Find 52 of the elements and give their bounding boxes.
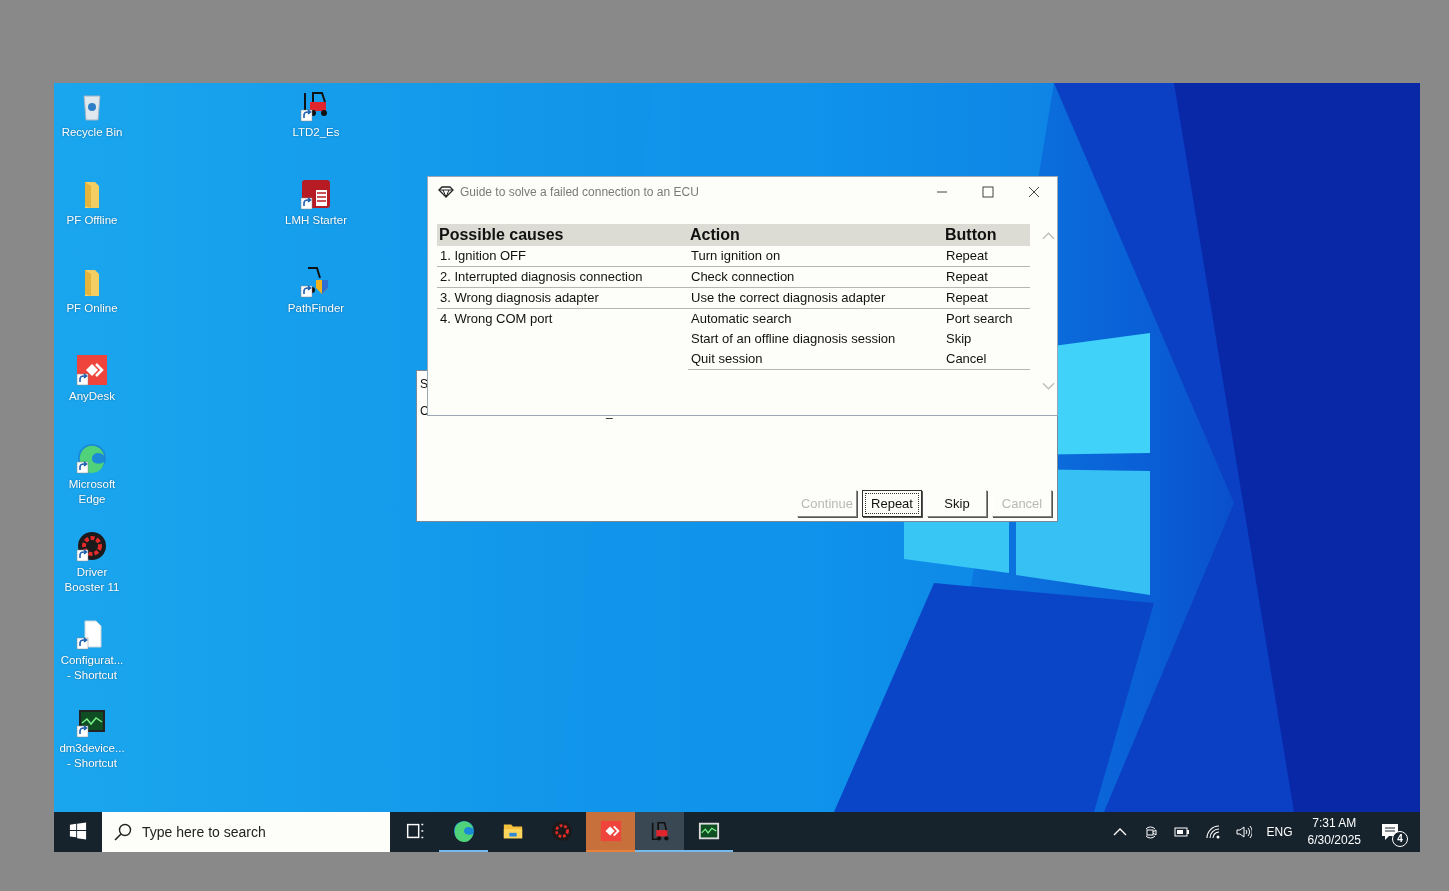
app-tile-icon[interactable] [300, 178, 332, 210]
table-cell: Repeat [943, 288, 1030, 309]
text-cursor: _ [606, 405, 613, 419]
clock-time[interactable]: 7:31 AM [1312, 815, 1357, 832]
icon-label: PF Online [65, 301, 119, 316]
table-cell-text: 4. Wrong COM port [439, 310, 554, 328]
icon-label: dm3device... - Shortcut [58, 741, 126, 771]
language-indicator[interactable]: ENG [1266, 825, 1293, 839]
icon-label: Recycle Bin [60, 125, 124, 140]
taskbar-button[interactable] [635, 812, 684, 852]
table-cell: Cancel [943, 349, 1030, 370]
gear-badge-icon[interactable] [76, 530, 108, 562]
table-cell-text: Skip [945, 330, 973, 348]
icon-label: PF Offline [65, 213, 119, 228]
table-cell: Use the correct diagnosis adapter [688, 288, 943, 309]
column-header: Button [943, 224, 1030, 246]
table-cell: Check connection [688, 267, 943, 288]
icon-label: LTD2_Es [291, 125, 341, 140]
battery-icon[interactable] [1173, 824, 1190, 840]
icon-label: Driver Booster 11 [63, 565, 121, 595]
icon-label: LMH Starter [284, 213, 348, 228]
icon-label: Configurat... - Shortcut [59, 653, 125, 683]
search-field[interactable]: Type here to search [102, 812, 390, 852]
icon-label: PathFinder [286, 301, 346, 316]
table-cell: Repeat [943, 267, 1030, 288]
gear-badge-icon [550, 820, 573, 842]
table-cell: 3. Wrong diagnosis adapter [437, 288, 688, 309]
icon-label: AnyDesk [68, 389, 116, 404]
dialog-button[interactable]: Skip [927, 490, 987, 517]
table-cell: Quit session [688, 349, 943, 370]
waveform-monitor-icon [697, 820, 720, 842]
notification-badge: 4 [1392, 831, 1408, 847]
window-title: Guide to solve a failed connection to an ECU [460, 185, 700, 199]
swirl-icon [452, 820, 475, 842]
diamond-icon [438, 186, 454, 198]
volume-icon[interactable] [1235, 824, 1252, 840]
window-text: S [420, 377, 428, 391]
table-cell: Turn ignition on [688, 246, 943, 267]
clock-date[interactable]: 6/30/2025 [1307, 832, 1361, 849]
dialog-button[interactable]: Repeat [862, 490, 922, 517]
column-header: Action [688, 224, 943, 246]
table-cell-text: Start of an offline diagnosis session [690, 330, 897, 348]
wifi-icon[interactable] [1204, 824, 1221, 840]
column-header: Possible causes [437, 224, 688, 246]
table-cell: 1. Ignition OFF [437, 246, 688, 267]
table-cell: 2. Interrupted diagnosis connection [437, 267, 688, 288]
swirl-icon[interactable] [76, 442, 108, 474]
table-cell-text: Automatic search [690, 310, 793, 328]
windows-logo-icon [69, 822, 87, 840]
table-cell-text: Port search [945, 310, 1014, 328]
table-cell: Repeat [943, 246, 1030, 267]
icon-label: Microsoft Edge [67, 477, 117, 507]
